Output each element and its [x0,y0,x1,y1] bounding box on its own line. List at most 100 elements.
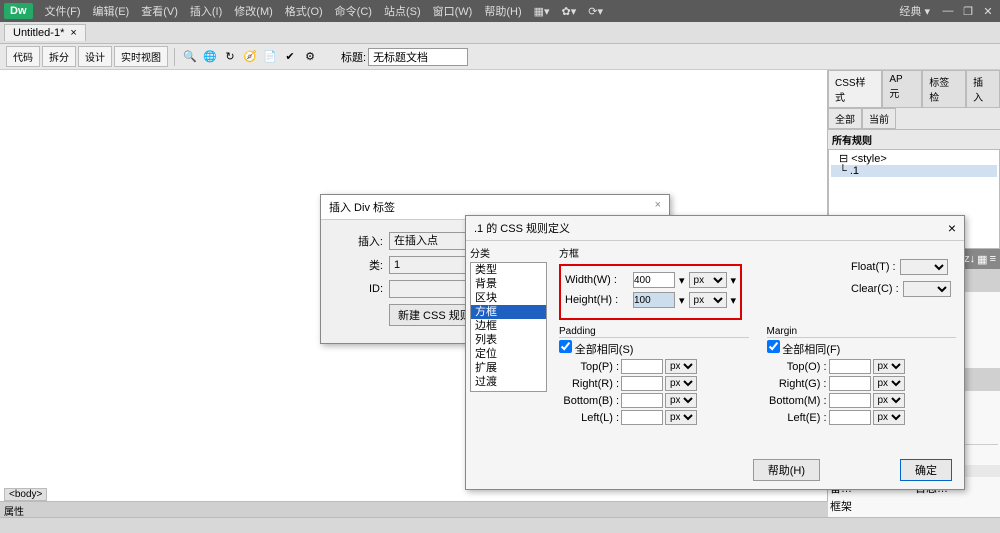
margin-right-input[interactable] [829,376,871,391]
tab-close-icon[interactable]: × [70,27,76,39]
document-tab[interactable]: Untitled-1* × [4,24,86,41]
check-icon[interactable]: ✔ [281,48,299,66]
subtab-current[interactable]: 当前 [862,108,896,129]
cat-extensions[interactable]: 扩展 [471,361,546,375]
design-view-button[interactable]: 设计 [78,46,112,67]
app-logo: Dw [4,3,33,19]
inspect-icon[interactable]: 🔍 [181,48,199,66]
cat-list[interactable]: 列表 [471,333,546,347]
css-dialog-close-icon[interactable]: × [948,220,956,236]
tab-ap-elements[interactable]: AP 元 [882,70,922,108]
ok-button[interactable]: 确定 [900,459,952,481]
rule-class-1[interactable]: └ .1 [831,165,997,177]
file-icon[interactable]: 📄 [261,48,279,66]
list-icon[interactable]: ≡ [990,253,996,266]
menu-format[interactable]: 格式(O) [279,3,329,19]
layout-icon[interactable]: ▦▾ [528,5,556,18]
category-list[interactable]: 类型 背景 区块 方框 边框 列表 定位 扩展 过渡 [470,262,547,392]
restore-icon[interactable]: ❐ [960,4,976,18]
margin-left-input[interactable] [829,410,871,425]
height-unit-dropdown-icon[interactable]: ▾ [731,294,737,307]
highlight-box: Width(W) : ▾ px ▾ Height(H) : ▾ px ▾ [559,264,742,320]
tab-label: Untitled-1* [13,27,64,39]
margin-right-unit[interactable]: px [873,376,905,391]
tab-insert[interactable]: 插入 [966,70,1000,108]
options-icon[interactable]: ⚙ [301,48,319,66]
menu-edit[interactable]: 编辑(E) [87,3,136,19]
padding-right-input[interactable] [621,376,663,391]
tab-css-styles[interactable]: CSS样式 [828,70,882,108]
width-input[interactable] [633,272,675,288]
float-label: Float(T) : [851,261,896,273]
padding-bottom-input[interactable] [621,393,663,408]
clear-label: Clear(C) : [851,283,899,295]
height-unit-select[interactable]: px [689,292,727,308]
menu-file[interactable]: 文件(F) [39,3,87,19]
cat-block[interactable]: 区块 [471,291,546,305]
float-select[interactable] [900,259,948,275]
status-bar [0,517,1000,533]
padding-bottom-unit[interactable]: px [665,393,697,408]
padding-left-unit[interactable]: px [665,410,697,425]
title-input[interactable] [368,48,468,66]
margin-top-unit[interactable]: px [873,359,905,374]
menu-view[interactable]: 查看(V) [135,3,184,19]
menu-site[interactable]: 站点(S) [378,3,427,19]
all-rules-label: 所有规则 [828,130,1000,149]
padding-left-label: Left(L) : [559,412,619,424]
margin-top-input[interactable] [829,359,871,374]
cat-type[interactable]: 类型 [471,263,546,277]
padding-same-all-checkbox[interactable] [559,340,572,353]
menu-window[interactable]: 窗口(W) [427,3,479,19]
margin-title: Margin [767,326,957,338]
split-view-button[interactable]: 拆分 [42,46,76,67]
menu-help[interactable]: 帮助(H) [478,3,527,19]
cat-background[interactable]: 背景 [471,277,546,291]
close-icon[interactable]: ✕ [980,4,996,18]
subtab-all[interactable]: 全部 [828,108,862,129]
insert-div-close-icon[interactable]: × [655,199,661,215]
padding-bottom-label: Bottom(B) : [559,395,619,407]
padding-right-unit[interactable]: px [665,376,697,391]
sync-icon[interactable]: ⟳▾ [582,5,609,18]
help-button[interactable]: 帮助(H) [753,459,820,481]
margin-same-all-checkbox[interactable] [767,340,780,353]
padding-left-input[interactable] [621,410,663,425]
minimize-icon[interactable]: — [940,4,956,18]
browser-icon[interactable]: 🌐 [201,48,219,66]
css-dialog-title: .1 的 CSS 规则定义 [474,220,570,236]
margin-bottom-input[interactable] [829,393,871,408]
tab-tag-inspector[interactable]: 标签检 [922,70,966,108]
margin-left-unit[interactable]: px [873,410,905,425]
margin-bottom-unit[interactable]: px [873,393,905,408]
rule-style-tag[interactable]: ⊟ <style> [831,152,997,165]
menu-insert[interactable]: 插入(I) [184,3,228,19]
workspace-switcher[interactable]: 经典 ▾ [893,3,936,19]
width-dropdown-icon[interactable]: ▾ [679,274,685,287]
category-icon[interactable]: ▦ [977,253,987,266]
clear-select[interactable] [903,281,951,297]
padding-top-unit[interactable]: px [665,359,697,374]
width-unit-dropdown-icon[interactable]: ▾ [731,274,737,287]
properties-panel[interactable]: 属性 [0,501,828,517]
menu-commands[interactable]: 命令(C) [329,3,378,19]
id-label: ID: [333,283,383,295]
padding-same-label: 全部相同(S) [575,344,634,356]
live-view-button[interactable]: 实时视图 [114,46,168,67]
tag-selector-body[interactable]: <body> [4,488,47,501]
refresh-icon[interactable]: ↻ [221,48,239,66]
height-dropdown-icon[interactable]: ▾ [679,294,685,307]
cat-border[interactable]: 边框 [471,319,546,333]
extend-icon[interactable]: ✿▾ [556,5,583,18]
nav-icon[interactable]: 🧭 [241,48,259,66]
menu-modify[interactable]: 修改(M) [228,3,279,19]
height-input[interactable] [633,292,675,308]
cat-positioning[interactable]: 定位 [471,347,546,361]
cat-transition[interactable]: 过渡 [471,375,546,389]
padding-top-input[interactable] [621,359,663,374]
width-unit-select[interactable]: px [689,272,727,288]
cat-box[interactable]: 方框 [471,305,546,319]
frame-label: 框架 [830,498,852,514]
category-label: 分类 [470,245,547,260]
code-view-button[interactable]: 代码 [6,46,40,67]
